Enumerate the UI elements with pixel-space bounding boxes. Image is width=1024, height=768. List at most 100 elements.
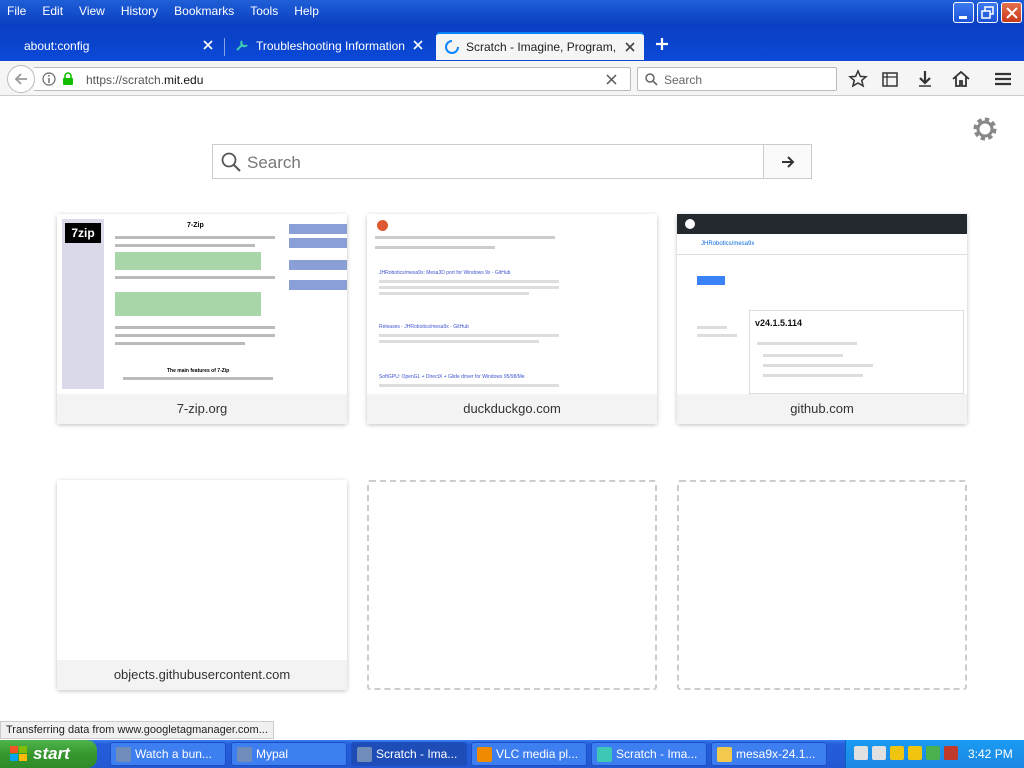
navigation-bar: https://scratch.mit.edu Search xyxy=(0,61,1024,96)
library-icon[interactable] xyxy=(880,69,900,89)
vlc-icon xyxy=(477,747,492,762)
thumb-subtitle: The main features of 7-Zip xyxy=(167,368,230,374)
thumb-result: Releases · JHRobotics/mesa9x · GitHub xyxy=(379,324,469,330)
tab-label: Scratch - Imagine, Program, Sh xyxy=(466,40,616,54)
tray-icon[interactable] xyxy=(854,746,868,760)
tile-label: github.com xyxy=(677,394,967,424)
empty-tile-slot[interactable] xyxy=(677,480,967,690)
menu-tools[interactable]: Tools xyxy=(250,4,278,18)
menu-help[interactable]: Help xyxy=(294,4,319,18)
task-label: Mypal xyxy=(256,747,289,761)
home-icon[interactable] xyxy=(951,69,971,89)
menu-bookmarks[interactable]: Bookmarks xyxy=(174,4,234,18)
top-site-tile-githubusercontent[interactable]: objects.githubusercontent.com xyxy=(57,480,347,690)
start-label: start xyxy=(33,744,70,763)
thumb-result: JHRobotics/mesa9x: Mesa3D port for Windo… xyxy=(379,270,511,276)
search-go-button[interactable] xyxy=(763,145,811,178)
close-window-button[interactable] xyxy=(1001,2,1022,23)
back-arrow-icon xyxy=(14,73,27,85)
menu-view[interactable]: View xyxy=(79,4,105,18)
troubleshooting-icon xyxy=(236,40,248,51)
top-site-tile-duckduckgo[interactable]: JHRobotics/mesa9x: Mesa3D port for Windo… xyxy=(367,214,657,424)
search-icon xyxy=(221,152,241,172)
back-button[interactable] xyxy=(7,65,35,93)
task-label: mesa9x-24.1... xyxy=(736,747,816,761)
minimize-icon xyxy=(959,16,967,19)
tile-label: 7-zip.org xyxy=(57,394,347,424)
task-label: Scratch - Ima... xyxy=(616,747,698,761)
tile-thumbnail: JHRobotics/mesa9x v24.1.5.114 xyxy=(677,214,967,394)
hamburger-menu-icon[interactable] xyxy=(993,69,1013,89)
browser-icon xyxy=(237,747,252,762)
search-bar[interactable]: Search xyxy=(637,67,837,91)
task-label: Scratch - Ima... xyxy=(376,747,458,761)
troubleshooting-icon xyxy=(597,747,612,762)
url-bar[interactable]: https://scratch.mit.edu xyxy=(34,67,631,91)
top-site-tile-github[interactable]: JHRobotics/mesa9x v24.1.5.114 github.com xyxy=(677,214,967,424)
tray-icon[interactable] xyxy=(944,746,958,760)
arrow-right-icon xyxy=(782,156,795,168)
tab-separator xyxy=(224,38,225,56)
thumb-title: 7-Zip xyxy=(187,222,204,229)
tile-thumbnail: 7zip 7-Zip The main features of 7-Zip xyxy=(57,214,347,394)
tab-scratch[interactable]: Scratch - Imagine, Program, Sh xyxy=(436,32,644,60)
taskbar-item[interactable]: Scratch - Ima... xyxy=(591,742,707,766)
info-icon[interactable] xyxy=(42,72,56,86)
page-search-input[interactable]: Search xyxy=(213,145,763,178)
taskbar: start Watch a bun... Mypal Scratch - Ima… xyxy=(0,740,1024,768)
url-text: https://scratch.mit.edu xyxy=(86,73,204,87)
taskbar-item[interactable]: Scratch - Ima... xyxy=(351,742,467,766)
thumb-version: v24.1.5.114 xyxy=(755,318,803,328)
search-placeholder: Search xyxy=(664,73,703,87)
menu-bar: File Edit View History Bookmarks Tools H… xyxy=(0,0,335,22)
page-search-placeholder: Search xyxy=(247,153,301,172)
page-search-box: Search xyxy=(212,144,812,179)
taskbar-item[interactable]: Watch a bun... xyxy=(110,742,226,766)
downloads-icon[interactable] xyxy=(915,69,935,89)
taskbar-item[interactable]: Mypal xyxy=(231,742,347,766)
search-icon xyxy=(645,73,658,86)
minimize-button[interactable] xyxy=(953,2,974,23)
7zip-logo: 7zip xyxy=(65,223,101,243)
folder-icon xyxy=(717,747,732,762)
tray-icon[interactable] xyxy=(926,746,940,760)
top-site-tile-7zip[interactable]: 7zip 7-Zip The main features of 7-Zip 7-… xyxy=(57,214,347,424)
status-text: Transferring data from www.googletagmana… xyxy=(0,721,274,739)
task-label: VLC media pl... xyxy=(496,747,579,761)
start-button[interactable]: start xyxy=(0,740,97,768)
tab-about-config[interactable]: about:config xyxy=(0,32,222,60)
menu-file[interactable]: File xyxy=(7,4,26,18)
tray-icon[interactable] xyxy=(890,746,904,760)
tile-label: duckduckgo.com xyxy=(367,394,657,424)
bookmark-star-icon[interactable] xyxy=(848,69,868,89)
system-tray: 3:42 PM xyxy=(845,740,1024,768)
taskbar-item[interactable]: VLC media pl... xyxy=(471,742,587,766)
close-tab-icon[interactable] xyxy=(202,39,214,51)
menu-history[interactable]: History xyxy=(121,4,158,18)
loading-icon xyxy=(445,40,459,54)
restore-icon xyxy=(981,6,994,19)
clock: 3:42 PM xyxy=(968,747,1013,761)
tab-strip: about:config Troubleshooting Information… xyxy=(0,30,1024,60)
close-tab-icon[interactable] xyxy=(624,41,636,53)
windows-logo-icon xyxy=(10,746,27,761)
empty-tile-slot[interactable] xyxy=(367,480,657,690)
thumb-repo: JHRobotics/mesa9x xyxy=(701,241,755,247)
lock-icon[interactable] xyxy=(62,72,74,86)
tile-thumbnail xyxy=(57,480,347,660)
tile-label: objects.githubusercontent.com xyxy=(57,660,347,690)
menu-edit[interactable]: Edit xyxy=(42,4,63,18)
gear-icon[interactable] xyxy=(971,115,999,143)
tile-thumbnail: JHRobotics/mesa9x: Mesa3D port for Windo… xyxy=(367,214,657,394)
tray-icon[interactable] xyxy=(872,746,886,760)
task-label: Watch a bun... xyxy=(135,747,212,761)
window-titlebar: File Edit View History Bookmarks Tools H… xyxy=(0,0,1024,62)
close-tab-icon[interactable] xyxy=(412,39,424,51)
new-tab-icon[interactable] xyxy=(654,36,670,52)
shield-icon[interactable] xyxy=(908,746,922,760)
stop-loading-icon[interactable] xyxy=(606,74,617,85)
tab-troubleshooting[interactable]: Troubleshooting Information xyxy=(226,32,432,60)
restore-button[interactable] xyxy=(977,2,998,23)
thumb-result: SoftGPU: OpenGL + DirectX + Glide driver… xyxy=(379,374,525,380)
taskbar-item[interactable]: mesa9x-24.1... xyxy=(711,742,827,766)
